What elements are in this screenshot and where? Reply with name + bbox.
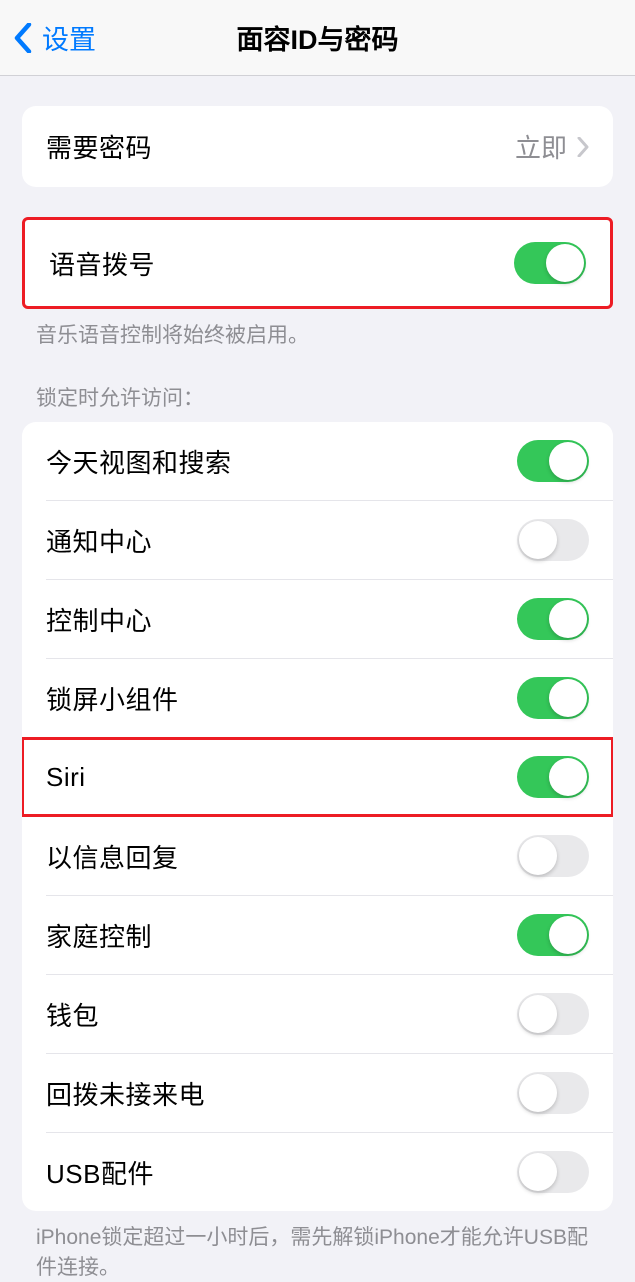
return-missed-calls-label: 回拨未接来电 (46, 1075, 205, 1112)
home-control-toggle[interactable] (517, 914, 589, 956)
notification-center-row[interactable]: 通知中心 (22, 501, 613, 579)
return-missed-calls-toggle[interactable] (517, 1072, 589, 1114)
chevron-right-icon (577, 137, 589, 157)
lockscreen-widgets-toggle[interactable] (517, 677, 589, 719)
home-control-row[interactable]: 家庭控制 (22, 896, 613, 974)
page-title: 面容ID与密码 (237, 18, 399, 57)
require-passcode-value: 立即 (515, 128, 567, 165)
today-view-toggle[interactable] (517, 440, 589, 482)
toggle-knob-icon (519, 1153, 557, 1191)
siri-toggle[interactable] (517, 756, 589, 798)
voice-dial-row[interactable]: 语音拨号 (25, 220, 610, 306)
chevron-left-icon (14, 23, 32, 53)
today-view-label: 今天视图和搜索 (46, 443, 232, 480)
reply-with-message-row[interactable]: 以信息回复 (22, 817, 613, 895)
control-center-row[interactable]: 控制中心 (22, 580, 613, 658)
reply-with-message-toggle[interactable] (517, 835, 589, 877)
toggle-knob-icon (546, 244, 584, 282)
toggle-knob-icon (549, 679, 587, 717)
wallet-label: 钱包 (46, 996, 99, 1033)
usb-accessories-toggle[interactable] (517, 1151, 589, 1193)
notification-center-toggle[interactable] (517, 519, 589, 561)
notification-center-label: 通知中心 (46, 522, 152, 559)
back-label: 设置 (42, 18, 96, 57)
lock-section-header: 锁定时允许访问： (0, 350, 635, 422)
toggle-knob-icon (549, 916, 587, 954)
reply-with-message-label: 以信息回复 (46, 838, 179, 875)
usb-accessories-row[interactable]: USB配件 (22, 1133, 613, 1211)
back-button[interactable]: 设置 (14, 18, 96, 57)
voice-dial-group: 语音拨号 (22, 217, 613, 309)
toggle-knob-icon (519, 521, 557, 559)
siri-row[interactable]: Siri (22, 738, 613, 816)
home-control-label: 家庭控制 (46, 917, 152, 954)
toggle-knob-icon (519, 1074, 557, 1112)
lock-section-footer: iPhone锁定超过一小时后，需先解锁iPhone才能允许USB配件连接。 (0, 1211, 635, 1282)
toggle-knob-icon (549, 442, 587, 480)
wallet-toggle[interactable] (517, 993, 589, 1035)
require-passcode-row[interactable]: 需要密码 立即 (22, 106, 613, 187)
control-center-label: 控制中心 (46, 601, 152, 638)
lockscreen-widgets-row[interactable]: 锁屏小组件 (22, 659, 613, 737)
lockscreen-widgets-label: 锁屏小组件 (46, 680, 179, 717)
voice-dial-toggle[interactable] (514, 242, 586, 284)
control-center-toggle[interactable] (517, 598, 589, 640)
voice-dial-footer: 音乐语音控制将始终被启用。 (0, 309, 635, 350)
usb-accessories-label: USB配件 (46, 1154, 154, 1191)
siri-label: Siri (46, 762, 86, 793)
return-missed-calls-row[interactable]: 回拨未接来电 (22, 1054, 613, 1132)
require-passcode-label: 需要密码 (46, 128, 152, 165)
toggle-knob-icon (549, 758, 587, 796)
lock-access-group: 今天视图和搜索 通知中心 控制中心 锁屏小组件 Siri 以信息回复 (22, 422, 613, 1211)
toggle-knob-icon (519, 837, 557, 875)
require-passcode-group: 需要密码 立即 (22, 106, 613, 187)
navigation-header: 设置 面容ID与密码 (0, 0, 635, 76)
today-view-row[interactable]: 今天视图和搜索 (22, 422, 613, 500)
toggle-knob-icon (549, 600, 587, 638)
voice-dial-label: 语音拨号 (49, 245, 155, 282)
wallet-row[interactable]: 钱包 (22, 975, 613, 1053)
toggle-knob-icon (519, 995, 557, 1033)
